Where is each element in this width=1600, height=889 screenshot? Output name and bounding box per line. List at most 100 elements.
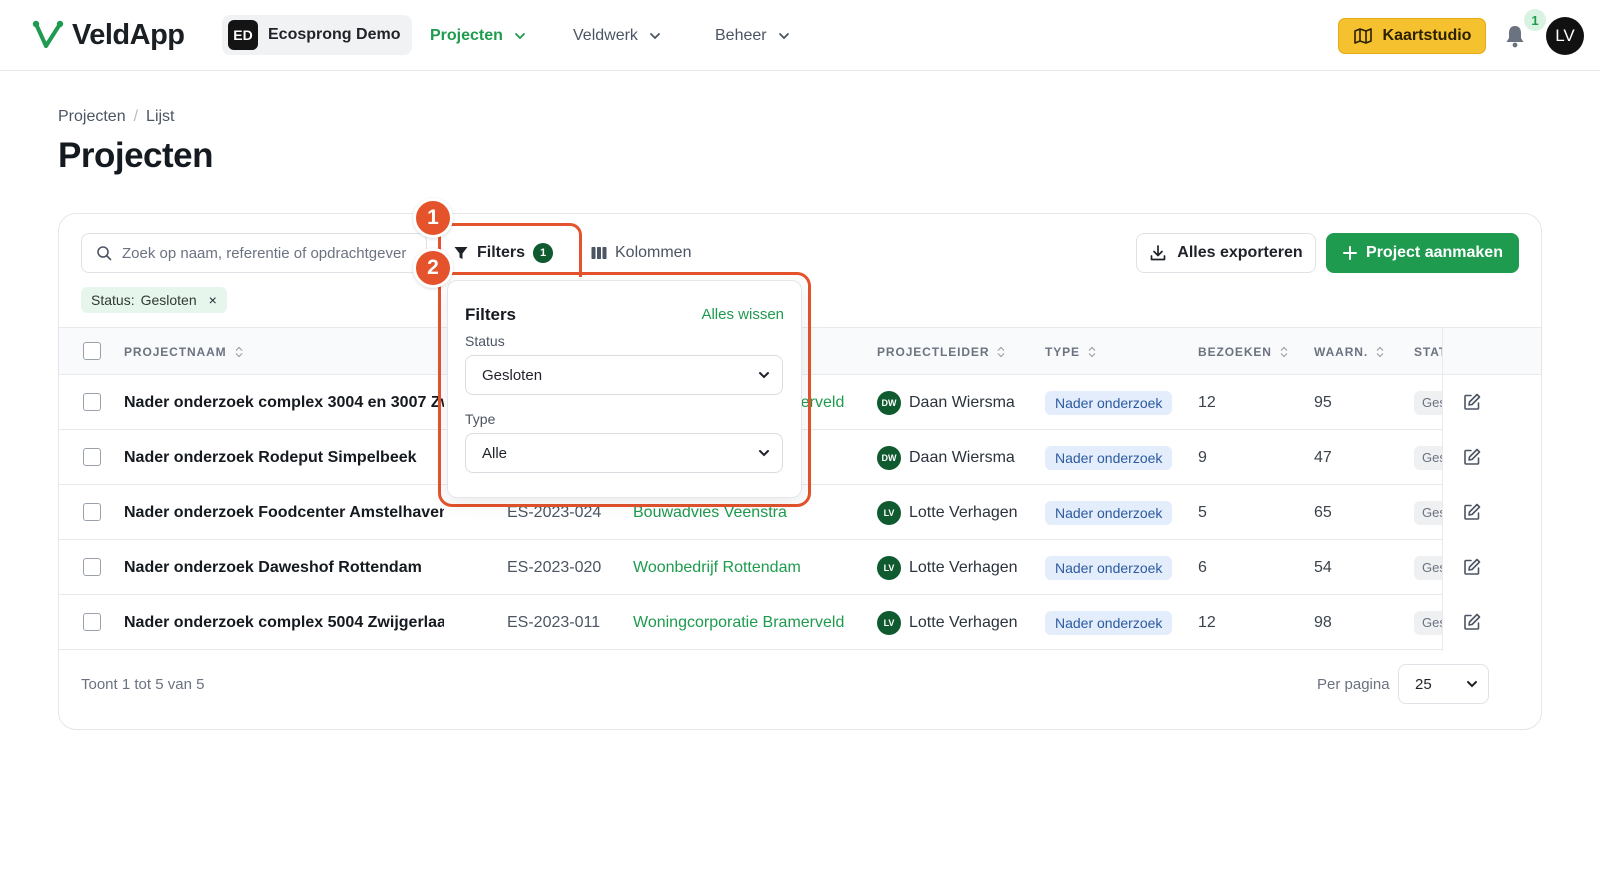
actions-column-header — [1443, 327, 1541, 375]
project-lead: LV Lotte Verhagen — [877, 485, 1018, 540]
lead-name: Lotte Verhagen — [909, 613, 1018, 631]
type-badge: Nader onderzoek — [1045, 555, 1173, 580]
type-filter-select[interactable]: Alle — [465, 433, 783, 473]
project-name[interactable]: Nader onderzoek complex 5004 Zwijgerlaan — [124, 595, 444, 650]
visits-count: 12 — [1198, 613, 1216, 631]
row-checkbox[interactable] — [83, 393, 101, 411]
columns-icon — [591, 247, 607, 259]
export-all-button[interactable]: Alles exporteren — [1136, 233, 1316, 273]
organization-switcher[interactable]: ED Ecosprong Demo — [222, 15, 413, 55]
nav-item-veldwerk[interactable]: Veldwerk — [573, 22, 662, 50]
lead-name: Lotte Verhagen — [909, 503, 1018, 521]
row-checkbox[interactable] — [83, 503, 101, 521]
project-lead: LV Lotte Verhagen — [877, 595, 1018, 650]
observations-count: 54 — [1314, 558, 1332, 576]
visits-count: 5 — [1198, 503, 1207, 521]
kaartstudio-label: Kaartstudio — [1382, 27, 1472, 44]
column-header-status[interactable]: STATUS — [1414, 345, 1442, 359]
nav-item-projecten[interactable]: Projecten — [430, 22, 527, 50]
project-lead: DW Daan Wiersma — [877, 375, 1015, 430]
user-avatar[interactable]: LV — [1546, 17, 1584, 55]
row-checkbox[interactable] — [83, 448, 101, 466]
observations-count: 98 — [1314, 613, 1332, 631]
per-page-label: Per pagina — [1317, 676, 1390, 693]
lead-name: Daan Wiersma — [909, 393, 1015, 411]
edit-icon[interactable] — [1462, 392, 1482, 412]
per-page-select[interactable]: 25 — [1398, 664, 1489, 704]
breadcrumb-item-lijst: Lijst — [146, 108, 175, 125]
visits-count: 6 — [1198, 558, 1207, 576]
breadcrumb-item-projecten[interactable]: Projecten — [58, 108, 126, 126]
edit-icon[interactable] — [1462, 447, 1482, 467]
project-name[interactable]: Nader onderzoek complex 3004 en 3007 Zwi… — [124, 375, 444, 430]
project-name[interactable]: Nader onderzoek Daweshof Rottendam — [124, 540, 444, 595]
row-checkbox[interactable] — [83, 558, 101, 576]
visits-count: 12 — [1198, 393, 1216, 411]
type-filter-value: Alle — [482, 444, 508, 462]
org-name: Ecosprong Demo — [268, 26, 401, 43]
column-header-projectnaam[interactable]: PROJECTNAAM — [124, 345, 243, 359]
clear-all-filters-link[interactable]: Alles wissen — [701, 306, 784, 323]
search-input[interactable] — [122, 244, 412, 262]
download-icon — [1150, 245, 1166, 261]
column-header-projectleider[interactable]: PROJECTLEIDER — [877, 345, 1005, 359]
create-project-button[interactable]: Project aanmaken — [1326, 233, 1519, 273]
project-reference: ES-2023-020 — [507, 558, 602, 576]
sort-icon — [235, 346, 243, 358]
status-filter-label: Status — [465, 333, 505, 349]
edit-icon[interactable] — [1462, 502, 1482, 522]
lead-avatar: DW — [877, 390, 901, 415]
edit-icon[interactable] — [1462, 557, 1482, 577]
remove-filter-icon[interactable]: × — [209, 292, 217, 308]
popover-title: Filters — [465, 305, 517, 324]
column-header-bezoeken[interactable]: BEZOEKEN — [1198, 345, 1288, 359]
edit-icon[interactable] — [1462, 612, 1482, 632]
step-marker-2: 2 — [413, 248, 453, 288]
app-logo[interactable]: VeldApp — [32, 18, 185, 52]
kolommen-button[interactable]: Kolommen — [591, 233, 691, 273]
project-name[interactable]: Nader onderzoek Foodcenter Amstelhaven — [124, 485, 444, 540]
status-filter-select[interactable]: Gesloten — [465, 355, 783, 395]
kaartstudio-button[interactable]: Kaartstudio — [1338, 18, 1486, 54]
nav-item-beheer[interactable]: Beheer — [715, 22, 791, 50]
chevron-down-icon — [1467, 681, 1477, 688]
type-cell: Nader onderzoek — [1045, 595, 1173, 650]
filters-popover: Filters Alles wissen Status Gesloten Typ… — [447, 280, 802, 498]
filters-button-highlight — [438, 223, 582, 277]
lead-name: Lotte Verhagen — [909, 558, 1018, 576]
observations-count: 65 — [1314, 503, 1332, 521]
lead-avatar: DW — [877, 445, 901, 470]
active-filter-chip: Status: Gesloten × — [81, 287, 227, 313]
breadcrumb: Projecten / Lijst — [58, 108, 175, 126]
chip-value: Gesloten — [140, 292, 197, 308]
project-lead: DW Daan Wiersma — [877, 430, 1015, 485]
project-name[interactable]: Nader onderzoek Rodeput Simpelbeek — [124, 430, 444, 485]
page-title: Projecten — [58, 136, 214, 175]
type-cell: Nader onderzoek — [1045, 540, 1173, 595]
lead-avatar: LV — [877, 610, 901, 635]
client-link[interactable]: Woonbedrijf Rottendam — [633, 540, 801, 595]
per-page-value: 25 — [1415, 675, 1432, 693]
status-filter-value: Gesloten — [482, 366, 543, 384]
observations-count: 47 — [1314, 448, 1332, 466]
org-initials-badge: ED — [228, 20, 258, 50]
table-row[interactable]: Nader onderzoek complex 5004 Zwijgerlaan… — [59, 595, 1541, 650]
select-all-checkbox[interactable] — [83, 342, 101, 360]
kolommen-label: Kolommen — [615, 244, 692, 261]
client-link[interactable]: Woningcorporatie Bramerveld — [633, 595, 844, 650]
breadcrumb-separator: / — [133, 108, 139, 125]
map-icon — [1353, 28, 1372, 44]
bell-icon[interactable] — [1503, 23, 1527, 49]
step-marker-1: 1 — [413, 198, 453, 238]
column-header-waarn[interactable]: WAARN. — [1314, 345, 1384, 359]
type-badge: Nader onderzoek — [1045, 610, 1173, 635]
nav-item-label: Veldwerk — [573, 27, 638, 44]
search-box[interactable] — [81, 233, 427, 273]
sort-icon — [997, 346, 1005, 358]
plus-icon — [1343, 246, 1358, 260]
nav-item-label: Projecten — [430, 27, 503, 44]
table-row[interactable]: Nader onderzoek Daweshof Rottendam ES-202… — [59, 540, 1541, 595]
row-checkbox[interactable] — [83, 613, 101, 631]
app-name: VeldApp — [72, 18, 185, 51]
column-header-type[interactable]: TYPE — [1045, 345, 1096, 359]
